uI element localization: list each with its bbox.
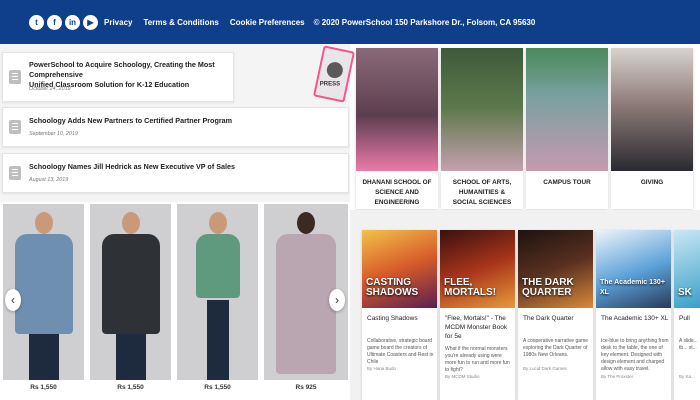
campaign-description: Collaborative, strategic board game boar… — [367, 338, 434, 365]
campaign-card[interactable]: FLEE, MORTALS! "Flee, Mortals!" - The MC… — [440, 230, 515, 400]
news-item[interactable]: Schoology Adds New Partners to Certified… — [2, 107, 349, 147]
document-icon — [9, 120, 21, 134]
facebook-icon[interactable]: f — [47, 14, 62, 30]
product-price: Rs 925 — [295, 384, 317, 391]
campaign-author: By The Proxster — [601, 374, 634, 379]
campaign-title[interactable]: "Flee, Mortals!" - The MCDM Monster Book… — [445, 314, 513, 341]
campaign-author: By MCDM Studio — [445, 374, 480, 379]
campaign-title[interactable]: The Dark Quarter — [523, 314, 574, 323]
news-item[interactable]: PowerSchool to Acquire Schoology, Creati… — [2, 52, 234, 102]
press-icon — [325, 60, 345, 80]
copyright-address: © 2020 PowerSchool 150 Parkshore Dr., Fo… — [313, 17, 536, 27]
model-head — [297, 212, 315, 234]
campaign-author: By Ka... — [679, 374, 695, 379]
card-photo — [356, 48, 438, 171]
news-title[interactable]: Schoology Names Jill Hedrick as New Exec… — [29, 162, 235, 172]
card-science-engineering[interactable]: DHANANI SCHOOL OF SCIENCE AND ENGINEERIN… — [356, 48, 438, 209]
shirt — [195, 234, 240, 298]
campaign-image: The Academic 130+ XL — [596, 230, 671, 308]
chevron-left-icon: ‹ — [11, 293, 15, 307]
campaign-image: CASTING SHADOWS — [362, 230, 437, 308]
footer-links: Privacy Terms & Conditions Cookie Prefer… — [104, 18, 305, 27]
card-label: CAMPUS TOUR — [543, 179, 591, 186]
card-label: GIVING — [640, 179, 664, 186]
news-title[interactable]: Schoology Adds New Partners to Certified… — [29, 116, 232, 126]
news-date: August 13, 2019 — [29, 177, 69, 183]
product-price: Rs 1,550 — [204, 384, 231, 391]
model-head — [121, 212, 140, 234]
product-price: Rs 1,550 — [117, 384, 144, 391]
product-image[interactable] — [177, 204, 258, 380]
card-campus-tour[interactable]: CAMPUS TOUR — [526, 48, 608, 209]
social-links: t f in ▶ — [29, 14, 98, 30]
campaign-image: FLEE, MORTALS! — [440, 230, 515, 308]
campaign-description: What if the normal monsters you're alrea… — [445, 346, 510, 373]
campaign-image: SK — [674, 230, 700, 308]
campaign-title[interactable]: The Academic 130+ XL — [601, 314, 668, 323]
linkedin-icon[interactable]: in — [65, 14, 80, 30]
twitter-icon[interactable]: t — [29, 14, 44, 30]
shirt — [101, 234, 160, 334]
campaign-author: By Lucid Dark Games — [523, 366, 567, 371]
document-icon — [9, 70, 21, 84]
top-bar: t f in ▶ Privacy Terms & Conditions Cook… — [0, 0, 700, 44]
privacy-link[interactable]: Privacy — [104, 18, 132, 27]
campaign-author: By Hana Budo — [367, 366, 397, 371]
card-photo — [441, 48, 523, 171]
product-price: Rs 1,550 — [30, 384, 57, 391]
campaign-card[interactable]: THE DARK QUARTER The Dark Quarter A coop… — [518, 230, 593, 400]
carousel-next-button[interactable]: › — [329, 289, 345, 311]
news-item[interactable]: Schoology Names Jill Hedrick as New Exec… — [2, 153, 349, 193]
news-date: October 24, 2019 — [29, 86, 71, 92]
terms-link[interactable]: Terms & Conditions — [143, 18, 218, 27]
document-icon — [9, 166, 21, 180]
campaign-card[interactable]: SK Pull A slide... tb... st... By Ka... — [674, 230, 700, 400]
chevron-right-icon: › — [335, 293, 339, 307]
carousel-prev-button[interactable]: ‹ — [5, 289, 21, 311]
campaign-description: Ice-blue to bring anything from desk to … — [601, 338, 669, 372]
card-giving[interactable]: GIVING — [611, 48, 693, 209]
campaign-description: A cooperative narrative game exploring t… — [523, 338, 589, 358]
campaign-card[interactable]: CASTING SHADOWS Casting Shadows Collabor… — [362, 230, 437, 400]
card-photo — [526, 48, 608, 171]
model-head — [34, 212, 53, 234]
news-date: September 10, 2019 — [29, 131, 78, 137]
youtube-icon[interactable]: ▶ — [83, 14, 98, 30]
campaign-image: THE DARK QUARTER — [518, 230, 593, 308]
product-image[interactable] — [90, 204, 171, 380]
model-head — [208, 212, 227, 234]
shirt — [276, 234, 336, 374]
card-photo — [611, 48, 693, 171]
cookie-preferences-link[interactable]: Cookie Preferences — [230, 18, 305, 27]
campaign-title[interactable]: Casting Shadows — [367, 314, 418, 323]
pants — [28, 334, 59, 380]
card-label: DHANANI SCHOOL OF SCIENCE AND ENGINEERIN… — [362, 179, 432, 206]
pants — [115, 334, 146, 380]
campaign-card[interactable]: The Academic 130+ XL The Academic 130+ X… — [596, 230, 671, 400]
campaign-description: A slide... tb... st... — [679, 338, 698, 351]
campaign-title[interactable]: Pull — [679, 314, 690, 323]
shirt — [14, 234, 73, 334]
card-arts-humanities[interactable]: SCHOOL OF ARTS, HUMANITIES & SOCIAL SCIE… — [441, 48, 523, 209]
card-label: SCHOOL OF ARTS, HUMANITIES & SOCIAL SCIE… — [452, 179, 512, 206]
pants — [206, 300, 229, 380]
